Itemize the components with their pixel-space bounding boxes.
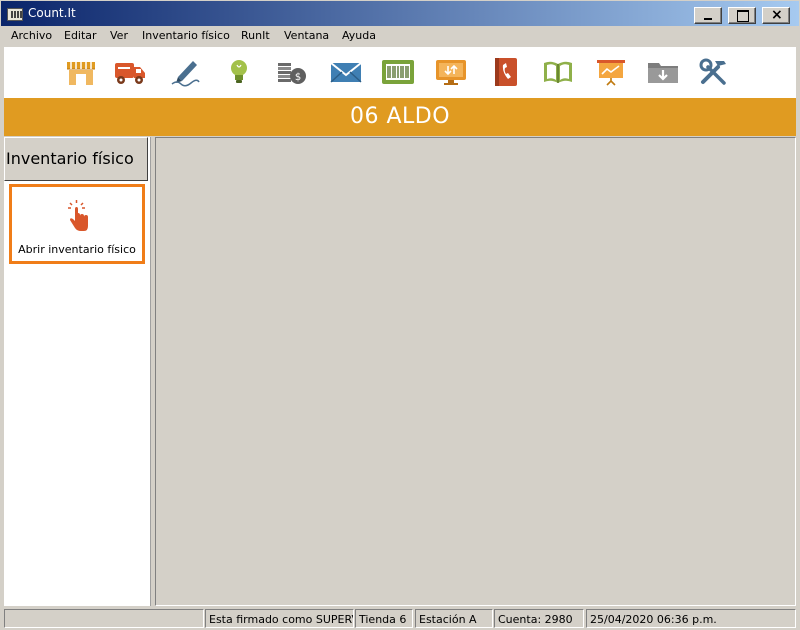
lightbulb-icon[interactable] xyxy=(223,57,255,87)
status-bar: Esta firmado como SUPERVISOR Tienda 6 Es… xyxy=(0,606,800,630)
toolbar: $ xyxy=(4,47,796,98)
tools-icon[interactable] xyxy=(698,57,730,87)
status-datetime: 25/04/2020 06:36 p.m. xyxy=(586,609,796,628)
presentation-icon[interactable] xyxy=(595,57,627,87)
sidebar-header[interactable]: Inventario físico xyxy=(4,137,148,181)
store-icon[interactable] xyxy=(65,57,97,87)
minimize-button[interactable] xyxy=(694,7,722,24)
monitor-transfer-icon[interactable] xyxy=(435,57,467,87)
folder-download-icon[interactable] xyxy=(647,57,679,87)
barcode-icon[interactable] xyxy=(382,57,414,87)
open-physical-inventory-label: Abrir inventario físico xyxy=(18,243,136,256)
close-icon: × xyxy=(771,7,783,23)
truck-icon[interactable] xyxy=(114,57,146,87)
status-station: Estación A xyxy=(415,609,493,628)
close-button[interactable]: × xyxy=(762,7,790,24)
envelope-icon[interactable] xyxy=(330,57,362,87)
status-account: Cuenta: 2980 xyxy=(494,609,584,628)
banner-title: 06 ALDO xyxy=(349,104,451,129)
menu-archivo[interactable]: Archivo xyxy=(11,29,52,42)
status-empty-panel xyxy=(4,609,204,628)
title-bar[interactable]: Count.It × xyxy=(0,0,800,27)
status-store: Tienda 6 xyxy=(355,609,413,628)
phonebook-icon[interactable] xyxy=(490,57,522,87)
window-title: Count.It xyxy=(28,6,76,20)
menu-ventana[interactable]: Ventana xyxy=(284,29,329,42)
menu-bar: Archivo Editar Ver Inventario físico Run… xyxy=(0,27,800,46)
status-user: Esta firmado como SUPERVISOR xyxy=(205,609,354,628)
menu-editar[interactable]: Editar xyxy=(64,29,97,42)
pen-icon[interactable] xyxy=(169,57,201,87)
open-physical-inventory-button[interactable]: Abrir inventario físico xyxy=(9,184,145,264)
main-workspace xyxy=(155,137,796,606)
menu-inventario-fisico[interactable]: Inventario físico xyxy=(142,29,230,42)
app-icon xyxy=(7,8,23,21)
svg-text:$: $ xyxy=(295,72,301,83)
maximize-button[interactable] xyxy=(728,7,756,24)
menu-runit[interactable]: RunIt xyxy=(241,29,270,42)
coins-icon[interactable]: $ xyxy=(276,57,308,87)
book-icon[interactable] xyxy=(542,57,574,87)
sidebar: Inventario físico Abrir inventario físic… xyxy=(4,137,155,606)
hand-pointer-icon xyxy=(68,200,88,231)
menu-ayuda[interactable]: Ayuda xyxy=(342,29,376,42)
menu-ver[interactable]: Ver xyxy=(110,29,128,42)
store-banner: 06 ALDO xyxy=(4,98,796,136)
sidebar-header-label: Inventario físico xyxy=(6,149,134,168)
